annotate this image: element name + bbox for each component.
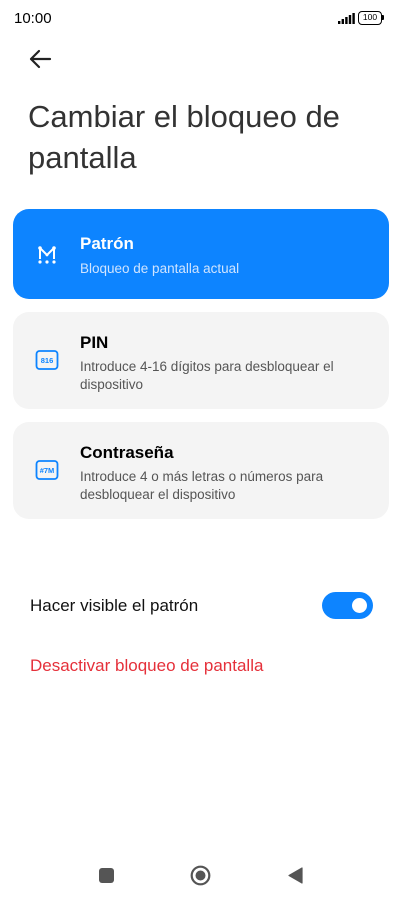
signal-icon bbox=[338, 13, 355, 24]
home-circle-icon[interactable] bbox=[190, 865, 211, 886]
back-arrow-icon bbox=[29, 49, 52, 69]
page-title: Cambiar el bloqueo de pantalla bbox=[28, 99, 340, 175]
pattern-icon bbox=[38, 246, 56, 264]
square-icon[interactable] bbox=[99, 868, 114, 883]
option-description: Introduce 4 o más letras o números para … bbox=[80, 469, 324, 502]
screen: 10:00 100 Cambiar el bloqueo de pantalla bbox=[0, 0, 403, 900]
option-password[interactable]: #7M Contraseña Introduce 4 o más letras … bbox=[13, 422, 389, 519]
option-title: Contraseña bbox=[80, 443, 174, 462]
visible-pattern-toggle[interactable] bbox=[322, 592, 373, 619]
pin-icon: 816 bbox=[35, 350, 59, 370]
disable-lock-button[interactable]: Desactivar bloqueo de pantalla bbox=[30, 656, 263, 676]
option-title: Patrón bbox=[80, 234, 134, 253]
option-description: Introduce 4-16 dígitos para desbloquear … bbox=[80, 359, 334, 392]
visible-pattern-label: Hacer visible el patrón bbox=[30, 596, 199, 615]
option-pin[interactable]: 816 PIN Introduce 4-16 dígitos para desb… bbox=[13, 312, 389, 409]
option-title: PIN bbox=[80, 333, 109, 352]
toggle-knob bbox=[352, 598, 367, 613]
visible-pattern-row: Hacer visible el patrón bbox=[0, 584, 403, 628]
status-bar: 10:00 100 bbox=[0, 0, 403, 38]
back-button[interactable] bbox=[26, 45, 56, 73]
option-pattern[interactable]: Patrón Bloqueo de pantalla actual bbox=[13, 209, 389, 299]
pin-icon-text: 816 bbox=[41, 356, 54, 365]
back-triangle-icon[interactable] bbox=[287, 867, 303, 884]
password-icon-text: #7M bbox=[40, 466, 55, 475]
battery-level: 100 bbox=[358, 11, 382, 25]
status-time: 10:00 bbox=[14, 10, 52, 27]
option-description: Bloqueo de pantalla actual bbox=[80, 261, 240, 276]
password-icon: #7M bbox=[35, 460, 59, 480]
battery-icon: 100 bbox=[358, 11, 385, 25]
